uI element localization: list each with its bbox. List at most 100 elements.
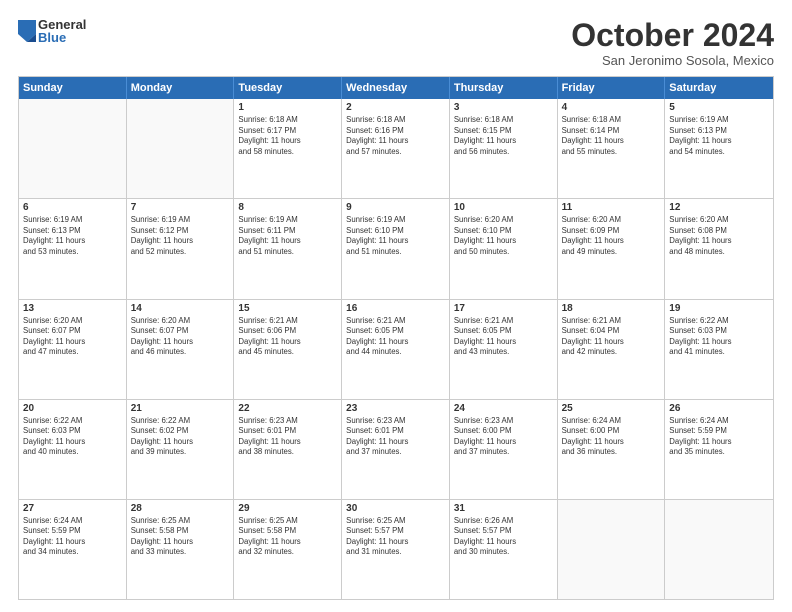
- cell-content: Sunrise: 6:24 AMSunset: 6:00 PMDaylight:…: [562, 416, 661, 458]
- day-number: 17: [454, 303, 553, 314]
- cell-content: Sunrise: 6:18 AMSunset: 6:16 PMDaylight:…: [346, 115, 445, 157]
- calendar-cell: 17 Sunrise: 6:21 AMSunset: 6:05 PMDayligh…: [450, 300, 558, 399]
- cell-content: Sunrise: 6:21 AMSunset: 6:04 PMDaylight:…: [562, 316, 661, 358]
- cell-content: Sunrise: 6:25 AMSunset: 5:57 PMDaylight:…: [346, 516, 445, 558]
- cell-content: Sunrise: 6:19 AMSunset: 6:10 PMDaylight:…: [346, 215, 445, 257]
- header: General Blue October 2024 San Jeronimo S…: [18, 18, 774, 68]
- cell-content: Sunrise: 6:20 AMSunset: 6:07 PMDaylight:…: [23, 316, 122, 358]
- day-number: 23: [346, 403, 445, 414]
- cell-content: Sunrise: 6:22 AMSunset: 6:02 PMDaylight:…: [131, 416, 230, 458]
- calendar-cell: 27 Sunrise: 6:24 AMSunset: 5:59 PMDayligh…: [19, 500, 127, 599]
- day-number: 8: [238, 202, 337, 213]
- header-day: Sunday: [19, 77, 127, 99]
- calendar-cell: 19 Sunrise: 6:22 AMSunset: 6:03 PMDayligh…: [665, 300, 773, 399]
- cell-content: Sunrise: 6:23 AMSunset: 6:01 PMDaylight:…: [238, 416, 337, 458]
- cell-content: Sunrise: 6:24 AMSunset: 5:59 PMDaylight:…: [23, 516, 122, 558]
- day-number: 1: [238, 102, 337, 113]
- calendar-row: 6 Sunrise: 6:19 AMSunset: 6:13 PMDaylight…: [19, 198, 773, 298]
- cell-content: Sunrise: 6:19 AMSunset: 6:13 PMDaylight:…: [669, 115, 769, 157]
- cell-content: Sunrise: 6:22 AMSunset: 6:03 PMDaylight:…: [23, 416, 122, 458]
- calendar-cell: 3 Sunrise: 6:18 AMSunset: 6:15 PMDaylight…: [450, 99, 558, 198]
- calendar-cell: 31 Sunrise: 6:26 AMSunset: 5:57 PMDayligh…: [450, 500, 558, 599]
- calendar-cell: 21 Sunrise: 6:22 AMSunset: 6:02 PMDayligh…: [127, 400, 235, 499]
- calendar-cell: 9Sunrise: 6:19 AMSunset: 6:10 PMDaylight…: [342, 199, 450, 298]
- day-number: 18: [562, 303, 661, 314]
- location: San Jeronimo Sosola, Mexico: [571, 53, 774, 68]
- header-day: Friday: [558, 77, 666, 99]
- day-number: 16: [346, 303, 445, 314]
- calendar-cell: 10Sunrise: 6:20 AMSunset: 6:10 PMDayligh…: [450, 199, 558, 298]
- day-number: 31: [454, 503, 553, 514]
- cell-content: Sunrise: 6:20 AMSunset: 6:10 PMDaylight:…: [454, 215, 553, 257]
- day-number: 19: [669, 303, 769, 314]
- day-number: 29: [238, 503, 337, 514]
- cell-content: Sunrise: 6:23 AMSunset: 6:00 PMDaylight:…: [454, 416, 553, 458]
- calendar-cell: 25 Sunrise: 6:24 AMSunset: 6:00 PMDayligh…: [558, 400, 666, 499]
- cell-content: Sunrise: 6:21 AMSunset: 6:05 PMDaylight:…: [454, 316, 553, 358]
- calendar: SundayMondayTuesdayWednesdayThursdayFrid…: [18, 76, 774, 600]
- day-number: 2: [346, 102, 445, 113]
- calendar-cell: 28Sunrise: 6:25 AMSunset: 5:58 PMDayligh…: [127, 500, 235, 599]
- month-title: October 2024: [571, 18, 774, 53]
- logo-text: General Blue: [38, 18, 86, 44]
- calendar-cell: 8 Sunrise: 6:19 AMSunset: 6:11 PMDaylight…: [234, 199, 342, 298]
- calendar-row: 27 Sunrise: 6:24 AMSunset: 5:59 PMDayligh…: [19, 499, 773, 599]
- day-number: 21: [131, 403, 230, 414]
- calendar-row: 1 Sunrise: 6:18 AMSunset: 6:17 PMDaylight…: [19, 99, 773, 198]
- day-number: 13: [23, 303, 122, 314]
- cell-content: Sunrise: 6:18 AMSunset: 6:15 PMDaylight:…: [454, 115, 553, 157]
- calendar-cell: 14 Sunrise: 6:20 AMSunset: 6:07 PMDayligh…: [127, 300, 235, 399]
- calendar-cell: 5 Sunrise: 6:19 AMSunset: 6:13 PMDaylight…: [665, 99, 773, 198]
- calendar-cell: 2 Sunrise: 6:18 AMSunset: 6:16 PMDaylight…: [342, 99, 450, 198]
- calendar-cell: 11 Sunrise: 6:20 AMSunset: 6:09 PMDayligh…: [558, 199, 666, 298]
- calendar-cell: [127, 99, 235, 198]
- day-number: 5: [669, 102, 769, 113]
- day-number: 24: [454, 403, 553, 414]
- calendar-cell: 1 Sunrise: 6:18 AMSunset: 6:17 PMDaylight…: [234, 99, 342, 198]
- logo-blue: Blue: [38, 31, 86, 44]
- cell-content: Sunrise: 6:19 AMSunset: 6:11 PMDaylight:…: [238, 215, 337, 257]
- cell-content: Sunrise: 6:25 AMSunset: 5:58 PMDaylight:…: [238, 516, 337, 558]
- header-day: Tuesday: [234, 77, 342, 99]
- day-number: 6: [23, 202, 122, 213]
- day-number: 12: [669, 202, 769, 213]
- cell-content: Sunrise: 6:21 AMSunset: 6:06 PMDaylight:…: [238, 316, 337, 358]
- logo-icon: [18, 20, 36, 42]
- day-number: 15: [238, 303, 337, 314]
- cell-content: Sunrise: 6:18 AMSunset: 6:14 PMDaylight:…: [562, 115, 661, 157]
- day-number: 25: [562, 403, 661, 414]
- calendar-cell: 12 Sunrise: 6:20 AMSunset: 6:08 PMDayligh…: [665, 199, 773, 298]
- calendar-row: 20 Sunrise: 6:22 AMSunset: 6:03 PMDayligh…: [19, 399, 773, 499]
- calendar-cell: 23Sunrise: 6:23 AMSunset: 6:01 PMDayligh…: [342, 400, 450, 499]
- day-number: 20: [23, 403, 122, 414]
- day-number: 4: [562, 102, 661, 113]
- day-number: 3: [454, 102, 553, 113]
- day-number: 30: [346, 503, 445, 514]
- cell-content: Sunrise: 6:19 AMSunset: 6:13 PMDaylight:…: [23, 215, 122, 257]
- header-day: Saturday: [665, 77, 773, 99]
- day-number: 27: [23, 503, 122, 514]
- day-number: 14: [131, 303, 230, 314]
- calendar-cell: [558, 500, 666, 599]
- cell-content: Sunrise: 6:20 AMSunset: 6:09 PMDaylight:…: [562, 215, 661, 257]
- calendar-cell: 22Sunrise: 6:23 AMSunset: 6:01 PMDayligh…: [234, 400, 342, 499]
- calendar-cell: 20 Sunrise: 6:22 AMSunset: 6:03 PMDayligh…: [19, 400, 127, 499]
- calendar-cell: 24 Sunrise: 6:23 AMSunset: 6:00 PMDayligh…: [450, 400, 558, 499]
- calendar-cell: 30 Sunrise: 6:25 AMSunset: 5:57 PMDayligh…: [342, 500, 450, 599]
- calendar-body: 1 Sunrise: 6:18 AMSunset: 6:17 PMDaylight…: [19, 99, 773, 599]
- day-number: 7: [131, 202, 230, 213]
- calendar-cell: 26Sunrise: 6:24 AMSunset: 5:59 PMDayligh…: [665, 400, 773, 499]
- cell-content: Sunrise: 6:20 AMSunset: 6:08 PMDaylight:…: [669, 215, 769, 257]
- day-number: 11: [562, 202, 661, 213]
- cell-content: Sunrise: 6:20 AMSunset: 6:07 PMDaylight:…: [131, 316, 230, 358]
- cell-content: Sunrise: 6:26 AMSunset: 5:57 PMDaylight:…: [454, 516, 553, 558]
- calendar-cell: 29 Sunrise: 6:25 AMSunset: 5:58 PMDayligh…: [234, 500, 342, 599]
- cell-content: Sunrise: 6:18 AMSunset: 6:17 PMDaylight:…: [238, 115, 337, 157]
- header-day: Wednesday: [342, 77, 450, 99]
- calendar-cell: 16Sunrise: 6:21 AMSunset: 6:05 PMDayligh…: [342, 300, 450, 399]
- calendar-cell: 18 Sunrise: 6:21 AMSunset: 6:04 PMDayligh…: [558, 300, 666, 399]
- calendar-cell: [665, 500, 773, 599]
- cell-content: Sunrise: 6:22 AMSunset: 6:03 PMDaylight:…: [669, 316, 769, 358]
- title-block: October 2024 San Jeronimo Sosola, Mexico: [571, 18, 774, 68]
- header-day: Thursday: [450, 77, 558, 99]
